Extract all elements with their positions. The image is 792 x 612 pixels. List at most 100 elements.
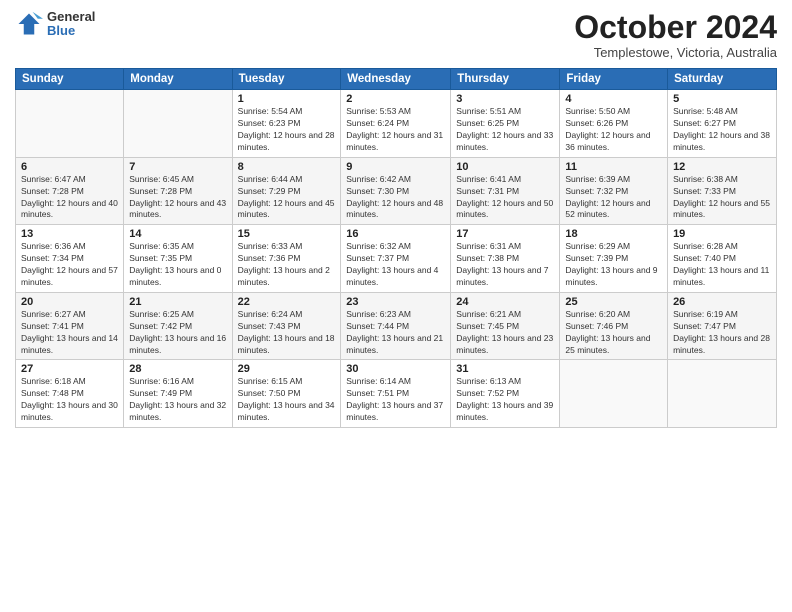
day-number: 18 bbox=[565, 228, 662, 240]
col-monday: Monday bbox=[124, 69, 232, 90]
calendar-cell: 29Sunrise: 6:15 AM Sunset: 7:50 PM Dayli… bbox=[232, 360, 341, 428]
day-info: Sunrise: 6:35 AM Sunset: 7:35 PM Dayligh… bbox=[129, 241, 226, 289]
day-number: 1 bbox=[238, 93, 336, 105]
calendar-cell: 22Sunrise: 6:24 AM Sunset: 7:43 PM Dayli… bbox=[232, 292, 341, 360]
day-info: Sunrise: 6:42 AM Sunset: 7:30 PM Dayligh… bbox=[346, 174, 445, 222]
day-number: 20 bbox=[21, 296, 118, 308]
day-number: 3 bbox=[456, 93, 554, 105]
day-number: 23 bbox=[346, 296, 445, 308]
calendar-cell: 27Sunrise: 6:18 AM Sunset: 7:48 PM Dayli… bbox=[16, 360, 124, 428]
day-info: Sunrise: 6:27 AM Sunset: 7:41 PM Dayligh… bbox=[21, 309, 118, 357]
calendar-cell bbox=[668, 360, 777, 428]
calendar-cell: 11Sunrise: 6:39 AM Sunset: 7:32 PM Dayli… bbox=[560, 157, 668, 225]
month-title: October 2024 bbox=[574, 10, 777, 45]
calendar-cell: 17Sunrise: 6:31 AM Sunset: 7:38 PM Dayli… bbox=[451, 225, 560, 293]
location: Templestowe, Victoria, Australia bbox=[574, 45, 777, 60]
calendar-cell: 16Sunrise: 6:32 AM Sunset: 7:37 PM Dayli… bbox=[341, 225, 451, 293]
day-info: Sunrise: 6:36 AM Sunset: 7:34 PM Dayligh… bbox=[21, 241, 118, 289]
day-number: 22 bbox=[238, 296, 336, 308]
calendar-cell: 26Sunrise: 6:19 AM Sunset: 7:47 PM Dayli… bbox=[668, 292, 777, 360]
day-number: 29 bbox=[238, 363, 336, 375]
day-info: Sunrise: 6:19 AM Sunset: 7:47 PM Dayligh… bbox=[673, 309, 771, 357]
day-number: 15 bbox=[238, 228, 336, 240]
calendar-cell bbox=[16, 90, 124, 158]
day-info: Sunrise: 6:47 AM Sunset: 7:28 PM Dayligh… bbox=[21, 174, 118, 222]
day-info: Sunrise: 6:31 AM Sunset: 7:38 PM Dayligh… bbox=[456, 241, 554, 289]
day-info: Sunrise: 6:18 AM Sunset: 7:48 PM Dayligh… bbox=[21, 376, 118, 424]
day-number: 27 bbox=[21, 363, 118, 375]
logo-general: General bbox=[47, 10, 95, 24]
calendar-cell: 20Sunrise: 6:27 AM Sunset: 7:41 PM Dayli… bbox=[16, 292, 124, 360]
calendar-cell: 15Sunrise: 6:33 AM Sunset: 7:36 PM Dayli… bbox=[232, 225, 341, 293]
day-info: Sunrise: 6:13 AM Sunset: 7:52 PM Dayligh… bbox=[456, 376, 554, 424]
day-info: Sunrise: 6:39 AM Sunset: 7:32 PM Dayligh… bbox=[565, 174, 662, 222]
calendar-cell bbox=[124, 90, 232, 158]
day-number: 7 bbox=[129, 161, 226, 173]
day-number: 13 bbox=[21, 228, 118, 240]
day-number: 24 bbox=[456, 296, 554, 308]
day-info: Sunrise: 6:32 AM Sunset: 7:37 PM Dayligh… bbox=[346, 241, 445, 289]
day-number: 8 bbox=[238, 161, 336, 173]
day-info: Sunrise: 6:23 AM Sunset: 7:44 PM Dayligh… bbox=[346, 309, 445, 357]
calendar-cell: 5Sunrise: 5:48 AM Sunset: 6:27 PM Daylig… bbox=[668, 90, 777, 158]
day-info: Sunrise: 6:14 AM Sunset: 7:51 PM Dayligh… bbox=[346, 376, 445, 424]
calendar-cell: 12Sunrise: 6:38 AM Sunset: 7:33 PM Dayli… bbox=[668, 157, 777, 225]
calendar-cell: 6Sunrise: 6:47 AM Sunset: 7:28 PM Daylig… bbox=[16, 157, 124, 225]
day-info: Sunrise: 6:21 AM Sunset: 7:45 PM Dayligh… bbox=[456, 309, 554, 357]
calendar-week-3: 13Sunrise: 6:36 AM Sunset: 7:34 PM Dayli… bbox=[16, 225, 777, 293]
calendar-cell: 2Sunrise: 5:53 AM Sunset: 6:24 PM Daylig… bbox=[341, 90, 451, 158]
col-sunday: Sunday bbox=[16, 69, 124, 90]
day-number: 5 bbox=[673, 93, 771, 105]
day-info: Sunrise: 6:45 AM Sunset: 7:28 PM Dayligh… bbox=[129, 174, 226, 222]
calendar-cell: 10Sunrise: 6:41 AM Sunset: 7:31 PM Dayli… bbox=[451, 157, 560, 225]
day-number: 9 bbox=[346, 161, 445, 173]
calendar-cell: 31Sunrise: 6:13 AM Sunset: 7:52 PM Dayli… bbox=[451, 360, 560, 428]
day-number: 26 bbox=[673, 296, 771, 308]
day-number: 10 bbox=[456, 161, 554, 173]
logo-icon bbox=[15, 10, 43, 38]
calendar-cell bbox=[560, 360, 668, 428]
calendar-cell: 9Sunrise: 6:42 AM Sunset: 7:30 PM Daylig… bbox=[341, 157, 451, 225]
calendar-cell: 24Sunrise: 6:21 AM Sunset: 7:45 PM Dayli… bbox=[451, 292, 560, 360]
day-number: 14 bbox=[129, 228, 226, 240]
day-info: Sunrise: 6:16 AM Sunset: 7:49 PM Dayligh… bbox=[129, 376, 226, 424]
day-number: 4 bbox=[565, 93, 662, 105]
day-number: 2 bbox=[346, 93, 445, 105]
calendar-week-5: 27Sunrise: 6:18 AM Sunset: 7:48 PM Dayli… bbox=[16, 360, 777, 428]
day-number: 19 bbox=[673, 228, 771, 240]
day-info: Sunrise: 6:25 AM Sunset: 7:42 PM Dayligh… bbox=[129, 309, 226, 357]
logo-blue: Blue bbox=[47, 24, 95, 38]
day-number: 16 bbox=[346, 228, 445, 240]
day-info: Sunrise: 6:20 AM Sunset: 7:46 PM Dayligh… bbox=[565, 309, 662, 357]
page-header: General Blue October 2024 Templestowe, V… bbox=[15, 10, 777, 60]
calendar-week-4: 20Sunrise: 6:27 AM Sunset: 7:41 PM Dayli… bbox=[16, 292, 777, 360]
calendar-cell: 14Sunrise: 6:35 AM Sunset: 7:35 PM Dayli… bbox=[124, 225, 232, 293]
day-number: 25 bbox=[565, 296, 662, 308]
day-number: 30 bbox=[346, 363, 445, 375]
calendar-cell: 18Sunrise: 6:29 AM Sunset: 7:39 PM Dayli… bbox=[560, 225, 668, 293]
calendar-cell: 28Sunrise: 6:16 AM Sunset: 7:49 PM Dayli… bbox=[124, 360, 232, 428]
calendar-cell: 8Sunrise: 6:44 AM Sunset: 7:29 PM Daylig… bbox=[232, 157, 341, 225]
day-number: 21 bbox=[129, 296, 226, 308]
col-thursday: Thursday bbox=[451, 69, 560, 90]
col-saturday: Saturday bbox=[668, 69, 777, 90]
col-wednesday: Wednesday bbox=[341, 69, 451, 90]
day-number: 17 bbox=[456, 228, 554, 240]
day-number: 31 bbox=[456, 363, 554, 375]
day-number: 28 bbox=[129, 363, 226, 375]
day-number: 11 bbox=[565, 161, 662, 173]
day-info: Sunrise: 6:38 AM Sunset: 7:33 PM Dayligh… bbox=[673, 174, 771, 222]
calendar-cell: 4Sunrise: 5:50 AM Sunset: 6:26 PM Daylig… bbox=[560, 90, 668, 158]
calendar-cell: 19Sunrise: 6:28 AM Sunset: 7:40 PM Dayli… bbox=[668, 225, 777, 293]
col-tuesday: Tuesday bbox=[232, 69, 341, 90]
day-info: Sunrise: 6:15 AM Sunset: 7:50 PM Dayligh… bbox=[238, 376, 336, 424]
day-info: Sunrise: 6:29 AM Sunset: 7:39 PM Dayligh… bbox=[565, 241, 662, 289]
logo-text: General Blue bbox=[47, 10, 95, 39]
day-info: Sunrise: 5:54 AM Sunset: 6:23 PM Dayligh… bbox=[238, 106, 336, 154]
logo: General Blue bbox=[15, 10, 95, 39]
title-section: October 2024 Templestowe, Victoria, Aust… bbox=[574, 10, 777, 60]
day-info: Sunrise: 5:48 AM Sunset: 6:27 PM Dayligh… bbox=[673, 106, 771, 154]
calendar-week-2: 6Sunrise: 6:47 AM Sunset: 7:28 PM Daylig… bbox=[16, 157, 777, 225]
day-info: Sunrise: 5:53 AM Sunset: 6:24 PM Dayligh… bbox=[346, 106, 445, 154]
day-info: Sunrise: 6:44 AM Sunset: 7:29 PM Dayligh… bbox=[238, 174, 336, 222]
